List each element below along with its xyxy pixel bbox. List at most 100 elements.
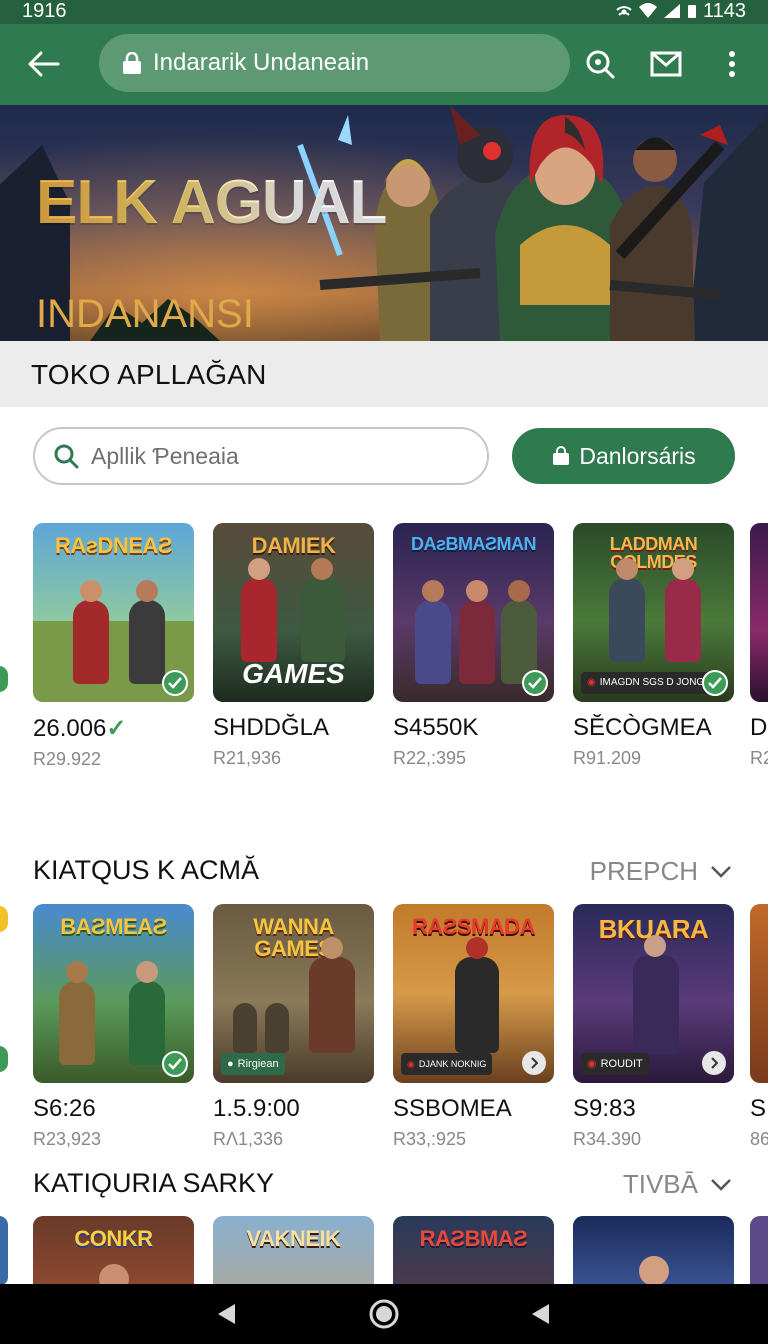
back-button[interactable] xyxy=(22,46,66,82)
game-thumbnail: RAƨDNEAƧ xyxy=(33,523,194,702)
game-thumbnail: BKUARA ◉ ROUDIT xyxy=(573,904,734,1083)
check-icon xyxy=(708,677,722,689)
record-icon: ◉ xyxy=(407,1059,415,1069)
game-name: S9:83 xyxy=(573,1095,636,1122)
game-card[interactable]: WANNA GAMES ● Rirgiean 1.5.9:00 RΛ1,336 xyxy=(213,904,374,1150)
game-tag-pill: ◉ ROUDIT xyxy=(581,1053,649,1075)
status-clock: 1143 xyxy=(702,0,746,22)
status-time: 1916 xyxy=(22,0,67,22)
shopping-bag-icon xyxy=(553,446,570,465)
game-card[interactable]: BAƧMEAƧ S6:26 R23,923 xyxy=(33,904,194,1150)
chevron-right-icon xyxy=(531,1057,538,1069)
hero-banner[interactable]: ELK AGUAL INDANANSI xyxy=(0,105,768,341)
game-card[interactable]: LADDMAN COLMDES ◉ IMAGDN SGS D JONG SĔCÒG… xyxy=(573,523,734,769)
next-arrow-badge[interactable] xyxy=(522,1051,546,1075)
game-thumbnail: LADDMAN COLMDES ◉ IMAGDN SGS D JONG xyxy=(573,523,734,702)
game-card[interactable]: RAƧSMADA ◉ DJANK NOKNIG SSBOMEA R33,:925 xyxy=(393,904,554,1150)
game-name: S xyxy=(750,1095,767,1122)
game-name: D xyxy=(750,714,768,741)
more-vert-icon xyxy=(729,51,735,77)
section-more-button[interactable]: PREPCH xyxy=(590,856,732,887)
game-price: R22,:395 xyxy=(393,748,467,768)
search-refresh-icon xyxy=(586,50,615,79)
installed-check-badge xyxy=(522,670,548,696)
game-logo-text: WANNA GAMES xyxy=(253,914,334,961)
search-icon xyxy=(54,444,79,469)
character-figure xyxy=(609,578,645,662)
mail-icon xyxy=(650,51,682,77)
installed-check-badge xyxy=(702,670,728,696)
download-label: Danlorsáris xyxy=(579,442,696,469)
character-figure xyxy=(129,600,165,684)
check-icon xyxy=(168,677,182,689)
verified-icon: ✓ xyxy=(106,715,127,742)
signal-icon xyxy=(663,4,680,18)
character-head xyxy=(466,580,488,602)
character-figure xyxy=(459,600,495,684)
nav-back-button[interactable] xyxy=(206,1296,246,1332)
search-refresh-button[interactable] xyxy=(578,42,622,86)
game-thumbnail xyxy=(750,523,768,702)
character-head xyxy=(616,558,638,580)
character-head xyxy=(466,937,488,959)
game-card[interactable]: DAƨBMAƧMAN S4550K R22,:395 xyxy=(393,523,554,769)
character-head xyxy=(248,558,270,580)
character-head xyxy=(80,580,102,602)
character-head xyxy=(311,558,333,580)
search-placeholder: Apllik Ƥeneaia xyxy=(91,442,239,469)
store-header: TOKO APLLAĞAN xyxy=(0,341,768,407)
game-logo-text: DAMIEK xyxy=(251,533,336,558)
scroll-edge-indicator xyxy=(0,906,8,932)
section-more-label: PREPCH xyxy=(589,856,698,886)
download-button[interactable]: Danlorsáris xyxy=(512,428,735,484)
nav-recents-button[interactable] xyxy=(520,1296,560,1332)
game-price: R33,:925 xyxy=(393,1129,467,1149)
game-card[interactable]: RAƨDNEAƧ 26.006✓ R29.922 xyxy=(33,523,194,770)
check-icon xyxy=(168,1058,182,1070)
store-title: TOKO APLLAĞAN xyxy=(31,359,267,390)
character-figure xyxy=(301,578,345,662)
game-tag-pill: ● Rirgiean xyxy=(221,1053,285,1075)
recents-triangle-icon xyxy=(532,1304,549,1324)
lock-icon xyxy=(123,52,141,74)
home-circle-icon xyxy=(369,1299,399,1329)
game-logo-text: CONKR xyxy=(74,1226,153,1251)
game-logo-text: RAƨDNEAƧ xyxy=(54,533,173,558)
game-price: 86 xyxy=(750,1129,768,1149)
game-price: R2 xyxy=(750,748,768,768)
game-price: R23,923 xyxy=(33,1129,102,1149)
game-name: 1.5.9:00 xyxy=(213,1095,300,1122)
section-more-label: TIVBĀ xyxy=(622,1169,698,1199)
games-tag-text: GAMES xyxy=(242,658,345,689)
installed-check-badge xyxy=(162,670,188,696)
character-head xyxy=(321,937,343,959)
character-figure xyxy=(415,600,451,684)
game-price: R21,936 xyxy=(213,748,282,768)
game-tag-pill: ◉ DJANK NOKNIG xyxy=(401,1053,493,1075)
game-logo-text: LADDMAN COLMDES xyxy=(609,534,698,572)
game-card[interactable]: BKUARA ◉ ROUDIT S9:83 R34.390 xyxy=(573,904,734,1150)
character-head xyxy=(644,935,666,957)
mail-button[interactable] xyxy=(644,42,688,86)
game-thumbnail: BAƧMEAƧ xyxy=(33,904,194,1083)
game-card[interactable]: DAMIEK GAMES SHDDĞLA R21,936 xyxy=(213,523,374,769)
game-card-partial[interactable]: D R2 xyxy=(750,523,768,769)
game-card-partial[interactable]: S 86 xyxy=(750,904,768,1150)
character-figure xyxy=(265,1003,289,1053)
more-options-button[interactable] xyxy=(710,42,754,86)
game-price: R29.922 xyxy=(33,749,102,769)
status-bar: 1916 1143 xyxy=(0,0,768,24)
record-icon: ◉ xyxy=(587,1058,597,1070)
app-search-input[interactable]: Apllik Ƥeneaia xyxy=(33,427,489,485)
character-figure xyxy=(73,600,109,684)
nav-home-button[interactable] xyxy=(364,1296,404,1332)
url-bar[interactable]: Indararik Undaneain xyxy=(99,34,570,92)
character-head xyxy=(508,580,530,602)
next-arrow-badge[interactable] xyxy=(702,1051,726,1075)
system-navigation-bar xyxy=(0,1284,768,1344)
game-name: SSBOMEA xyxy=(393,1095,512,1122)
battery-icon xyxy=(687,5,696,18)
chevron-down-icon xyxy=(711,865,731,878)
check-icon xyxy=(528,677,542,689)
section-more-button[interactable]: TIVBĀ xyxy=(623,1169,732,1200)
